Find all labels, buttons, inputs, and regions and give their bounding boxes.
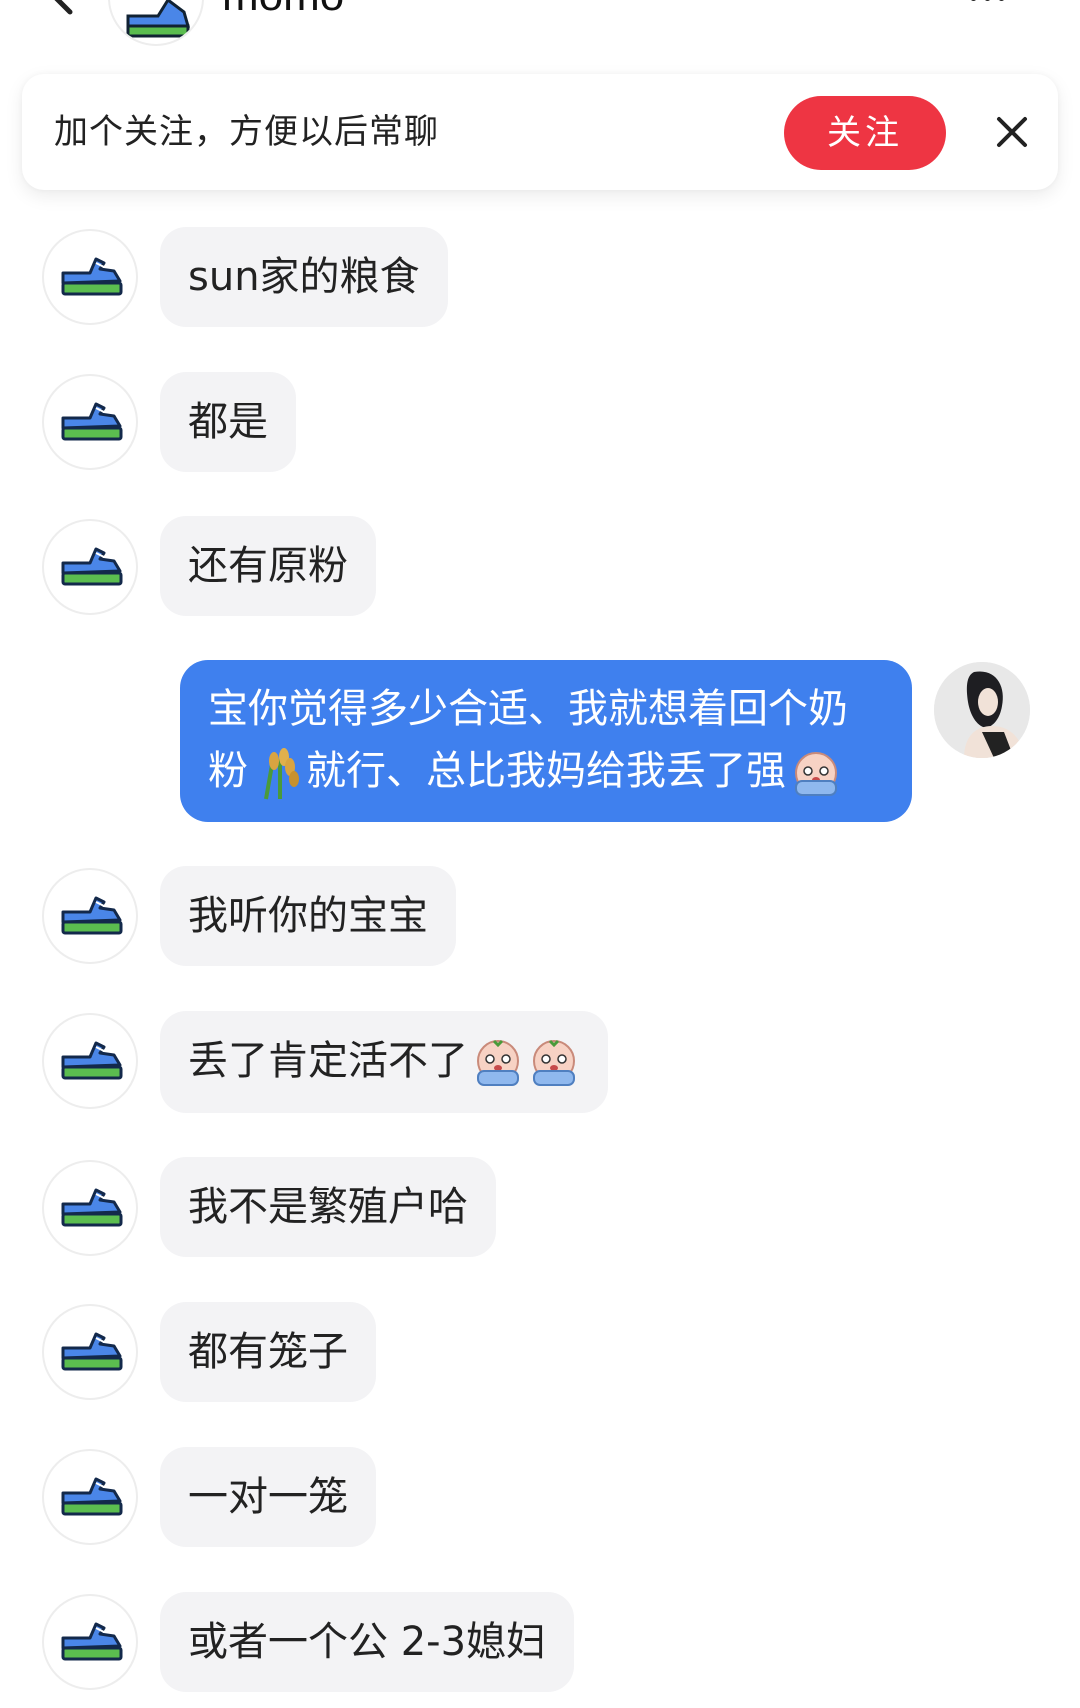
close-icon	[997, 117, 1027, 147]
chevron-left-icon	[54, 0, 73, 15]
self-avatar[interactable]	[934, 662, 1030, 758]
crying-emoji-icon	[795, 752, 837, 796]
top-bar: momo	[0, 0, 1080, 50]
sneaker-icon	[61, 1622, 123, 1661]
sneaker-icon	[61, 896, 123, 935]
more-dot	[984, 0, 991, 1]
contact-avatar[interactable]	[42, 1449, 138, 1545]
contact-avatar[interactable]	[42, 374, 138, 470]
contact-name: momo	[222, 0, 344, 18]
more-button[interactable]	[970, 0, 1020, 6]
message-bubble[interactable]: sun家的粮食	[160, 227, 448, 327]
crying-emoji-icon	[533, 1039, 575, 1086]
message-bubble[interactable]: 我不是繁殖户哈	[160, 1157, 496, 1257]
message-bubble[interactable]: 还有原粉	[160, 516, 376, 616]
close-prompt-button[interactable]	[994, 114, 1030, 150]
more-dot	[998, 0, 1005, 1]
back-button[interactable]	[40, 0, 80, 20]
message-line: 宝你觉得多少合适、我就想着回个奶	[208, 686, 848, 732]
message-text: 丢了肯定活不了	[188, 1038, 468, 1084]
follow-prompt-text: 加个关注，方便以后常聊	[54, 112, 439, 152]
sneaker-icon	[126, 0, 190, 38]
crying-emoji-icon	[477, 1039, 519, 1086]
sneaker-icon	[61, 402, 123, 441]
contact-avatar[interactable]	[42, 1304, 138, 1400]
message-bubble[interactable]: 我听你的宝宝	[160, 866, 456, 966]
contact-avatar[interactable]	[42, 868, 138, 964]
rice-emoji-icon	[264, 748, 299, 800]
contact-avatar[interactable]	[42, 1013, 138, 1109]
message-line: 粉 就行、总比我妈给我丢了强	[208, 740, 884, 802]
more-dots-icon	[970, 0, 977, 1]
message-text: 粉	[208, 748, 248, 794]
message-bubble[interactable]: 一对一笼	[160, 1447, 376, 1547]
message-text: 就行、总比我妈给我丢了强	[306, 748, 786, 794]
sneaker-icon	[61, 547, 123, 586]
message-bubble[interactable]: 都有笼子	[160, 1302, 376, 1402]
sneaker-icon	[61, 1332, 123, 1371]
message-bubble[interactable]: 或者一个公 2-3媳妇	[160, 1592, 575, 1692]
follow-prompt-card: 加个关注，方便以后常聊 关注	[22, 74, 1058, 190]
contact-avatar[interactable]	[42, 1160, 138, 1256]
sneaker-icon	[61, 1041, 123, 1080]
sneaker-icon	[61, 1188, 123, 1227]
message-bubble[interactable]: 丢了肯定活不了	[160, 1011, 608, 1113]
self-avatar-photo	[934, 662, 1030, 758]
sneaker-icon	[61, 257, 123, 296]
contact-avatar[interactable]	[108, 0, 204, 46]
follow-button[interactable]: 关注	[784, 96, 946, 170]
contact-avatar[interactable]	[42, 229, 138, 325]
outgoing-message-bubble[interactable]: 宝你觉得多少合适、我就想着回个奶 粉 就行、总比我妈给我丢了强	[180, 660, 912, 822]
contact-avatar[interactable]	[42, 1594, 138, 1690]
message-bubble[interactable]: 都是	[160, 372, 296, 472]
sneaker-icon	[61, 1477, 123, 1516]
contact-avatar[interactable]	[42, 519, 138, 615]
